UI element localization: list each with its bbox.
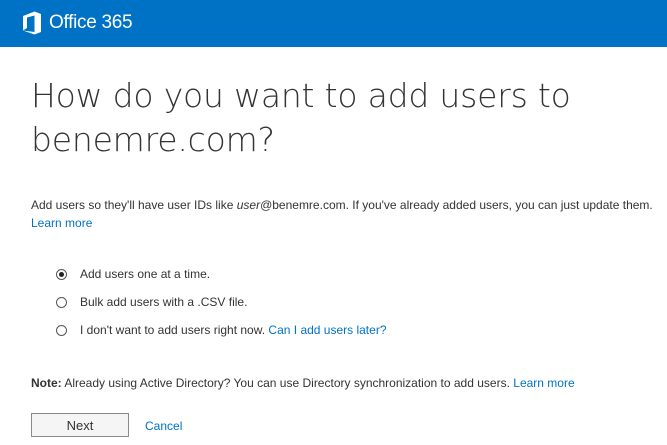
- page-title: How do you want to add users to benemre.…: [31, 76, 571, 159]
- add-users-options: Add users one at a time. Bulk add users …: [56, 260, 387, 344]
- radio-bulk-csv[interactable]: [56, 296, 67, 308]
- office-logo-icon: [23, 11, 41, 35]
- office-365-brand[interactable]: Office 365: [22, 10, 133, 36]
- brand-name: Office 365: [49, 12, 133, 33]
- option-add-one-at-a-time[interactable]: Add users one at a time.: [56, 260, 387, 288]
- next-button[interactable]: Next: [31, 413, 129, 437]
- note-label: Note:: [31, 376, 62, 390]
- option-label: I don't want to add users right now.: [80, 323, 266, 337]
- option-label: Add users one at a time.: [80, 267, 211, 281]
- radio-add-later[interactable]: [56, 324, 67, 336]
- user-placeholder: user: [236, 198, 261, 212]
- note-learn-more-link[interactable]: Learn more: [513, 376, 574, 390]
- learn-more-link[interactable]: Learn more: [31, 216, 92, 230]
- description-text-1: Add users so they'll have user IDs like: [31, 198, 237, 212]
- note-text: Already using Active Directory? You can …: [64, 376, 510, 390]
- description: Add users so they'll have user IDs like …: [31, 196, 661, 232]
- option-bulk-add-csv[interactable]: Bulk add users with a .CSV file.: [56, 288, 387, 316]
- option-add-later[interactable]: I don't want to add users right now. Can…: [56, 316, 387, 344]
- option-label: Bulk add users with a .CSV file.: [80, 295, 248, 309]
- add-users-later-link[interactable]: Can I add users later?: [268, 323, 386, 337]
- radio-one-at-a-time[interactable]: [56, 268, 67, 280]
- description-text-2: @benemre.com. If you've already added us…: [260, 198, 653, 212]
- top-bar: Office 365: [0, 0, 667, 47]
- note: Note: Already using Active Directory? Yo…: [31, 375, 661, 391]
- cancel-link[interactable]: Cancel: [145, 419, 182, 433]
